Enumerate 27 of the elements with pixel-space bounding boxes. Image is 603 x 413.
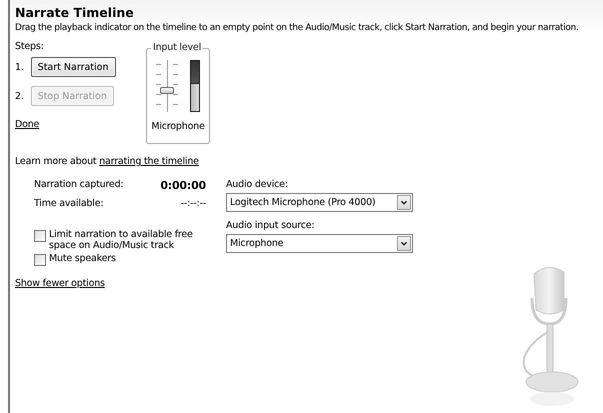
source-label: Microphone — [151, 121, 205, 132]
stat-label: Narration captured: — [34, 179, 124, 192]
narration-button[interactable]: Start Narration — [30, 57, 116, 77]
show-fewer-options-link[interactable]: Show fewer options — [15, 278, 105, 289]
done-link[interactable]: Done — [15, 119, 40, 130]
checkbox[interactable] — [34, 230, 46, 242]
instructions-text: Drag the playback indicator on the timeline to an empty point on the Audio/Music track, click Start Narration, and begin your narration. — [15, 23, 580, 33]
stat-value: --:--:-- — [180, 198, 206, 211]
dropdown[interactable]: Logitech Microphone (Pro 4000) — [226, 193, 413, 212]
steps-label: Steps: — [15, 41, 45, 52]
group-title: Input level — [151, 42, 204, 53]
chevron-down-icon[interactable] — [397, 236, 411, 251]
step-number: 1. — [15, 62, 24, 72]
dropdown-label: Audio input source: — [226, 220, 316, 231]
stat-label: Time available: — [34, 198, 104, 211]
learn-more-text: Learn more about — [15, 156, 98, 167]
panel-title: Narrate Timeline — [15, 5, 135, 20]
checkbox-label: Limit narration to available free space on Audio/Music track — [49, 229, 194, 251]
dropdown-label: Audio device: — [226, 179, 289, 190]
slider-thumb[interactable] — [160, 87, 174, 94]
step-number: 2. — [15, 90, 24, 102]
checkbox[interactable] — [34, 254, 46, 266]
chevron-down-icon[interactable] — [397, 195, 411, 210]
dropdown[interactable]: Microphone — [226, 234, 413, 253]
help-link[interactable]: narrating the timeline — [99, 156, 199, 167]
stat-value: 0:00:00 — [160, 179, 206, 194]
checkbox-label: Mute speakers — [49, 253, 117, 264]
